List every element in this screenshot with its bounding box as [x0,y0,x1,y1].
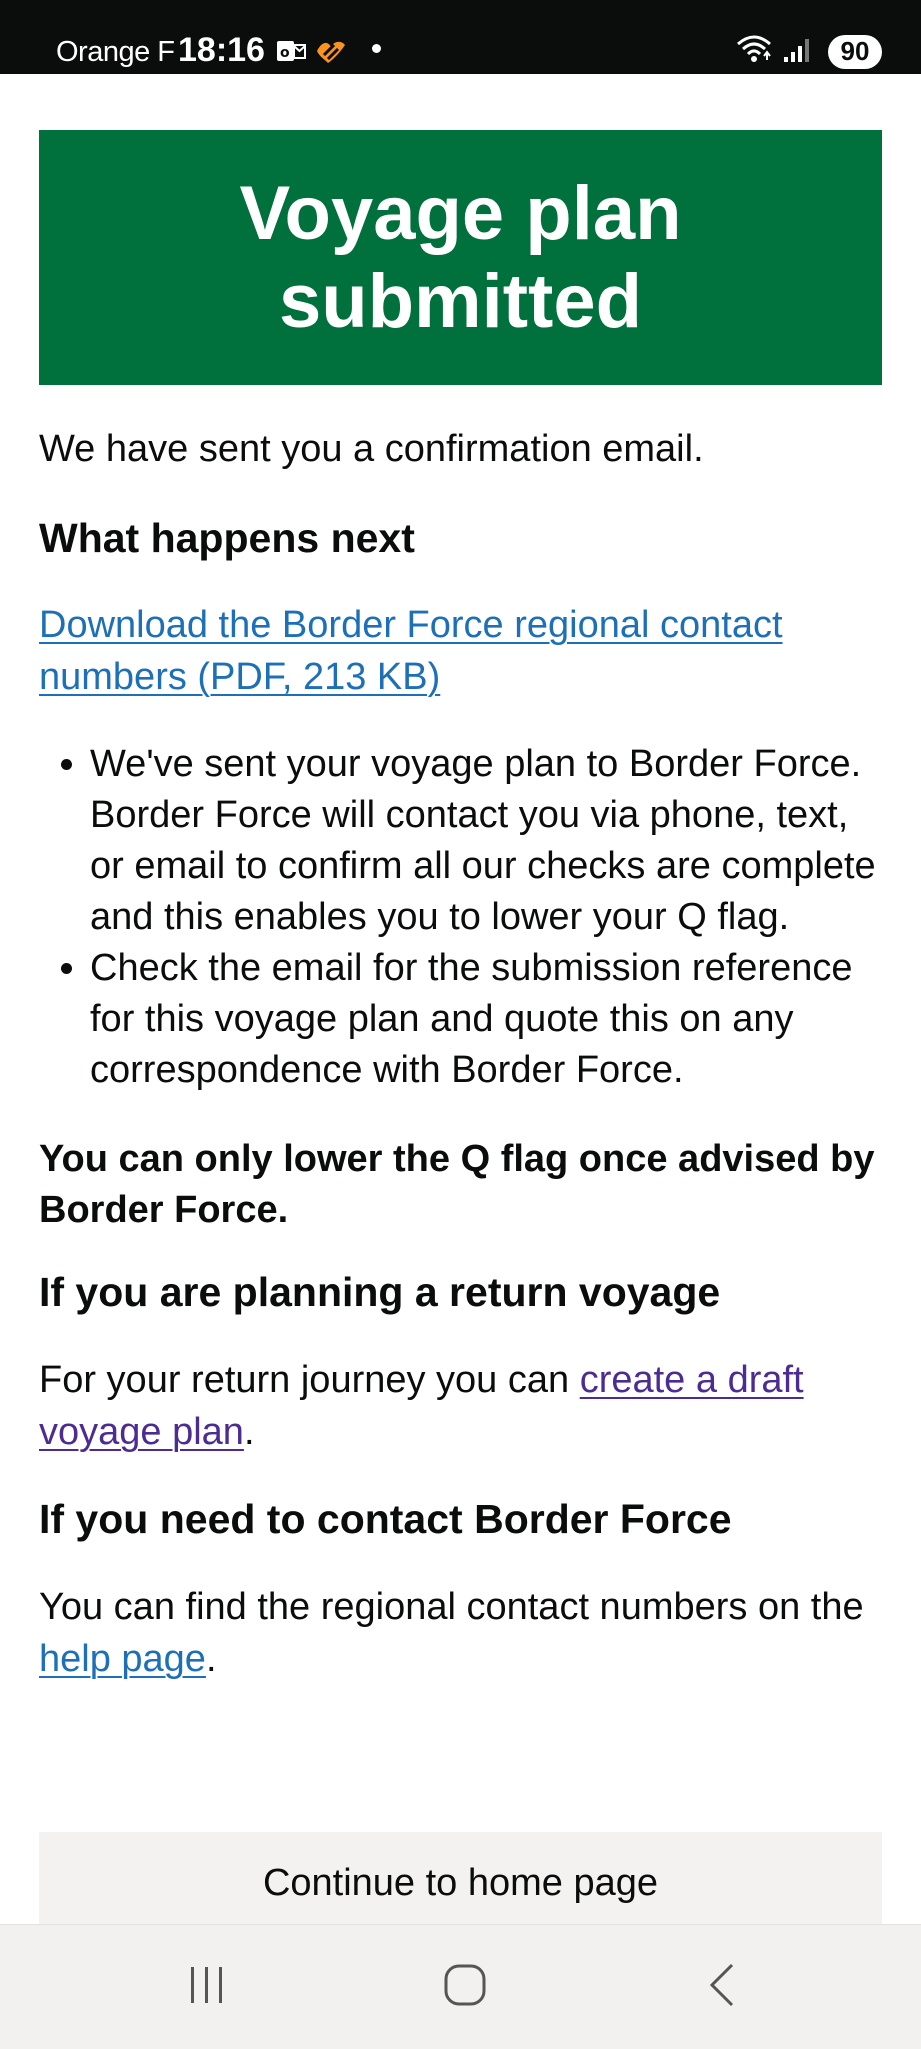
contact-text-end: . [205,1638,217,1680]
home-icon [442,1962,488,2013]
deezer-icon [314,37,348,70]
panel-title: Voyage plan submitted [239,170,682,344]
notification-dot [372,44,381,53]
back-icon [700,1961,744,2014]
navigation-bar [0,1924,921,2049]
recents-button[interactable] [147,1925,267,2049]
contact-text-start: You can find the regional contact number… [39,1586,864,1628]
what-happens-next-heading: What happens next [39,515,415,561]
main-content: Voyage plan submitted We have sent you a… [39,130,882,1685]
download-contact-numbers-link[interactable]: Download the Border Force regional conta… [39,604,783,698]
recents-icon [185,1963,229,2012]
clock: 18:16 [178,31,265,69]
outlook-icon: o [276,38,306,69]
home-button[interactable] [405,1925,525,2049]
q-flag-warning: You can only lower the Q flag once advis… [39,1138,875,1231]
signal-icon [782,35,812,68]
list-item: We've sent your voyage plan to Border Fo… [90,739,882,943]
wifi-icon [736,34,772,69]
notification-icons: o [276,37,348,70]
list-item: Check the email for the submission refer… [90,943,882,1096]
next-steps-list: We've sent your voyage plan to Border Fo… [39,739,882,1096]
confirmation-panel: Voyage plan submitted [39,130,882,385]
system-icons: 90 [736,34,882,69]
help-page-link[interactable]: help page [39,1638,206,1680]
return-voyage-heading: If you are planning a return voyage [39,1269,721,1315]
status-bar: Orange F 18:16 o 90 [0,0,921,74]
return-voyage-text-start: For your return journey you can [39,1359,580,1401]
return-voyage-text-end: . [243,1411,255,1453]
contact-border-force-heading: If you need to contact Border Force [39,1496,732,1542]
return-voyage-text: For your return journey you can create a… [39,1354,882,1458]
back-button[interactable] [662,1925,782,2049]
carrier-name: Orange F [56,36,175,68]
contact-text: You can find the regional contact number… [39,1581,882,1685]
svg-text:o: o [280,45,290,61]
email-sent-text: We have sent you a confirmation email. [39,428,704,470]
battery-indicator: 90 [828,34,882,69]
